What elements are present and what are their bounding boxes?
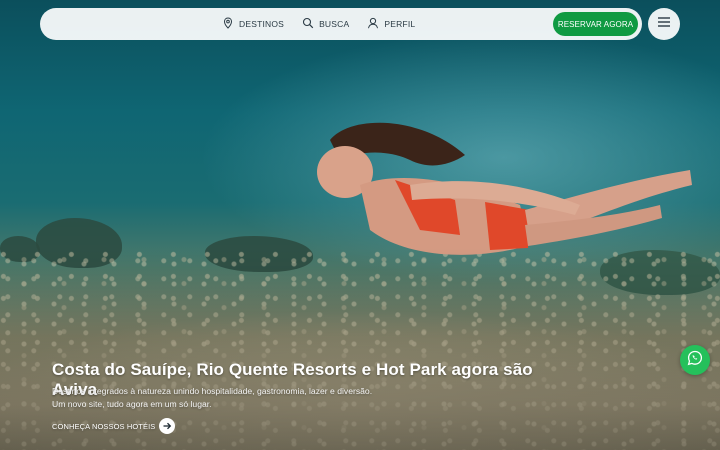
whatsapp-button[interactable]	[680, 345, 710, 375]
location-pin-icon	[222, 17, 234, 31]
nav-item-busca[interactable]: BUSCA	[302, 17, 349, 31]
hero-subtitle-line: Um novo site, tudo agora em um só lugar.	[52, 399, 212, 409]
nav-links: DESTINOS BUSCA PERFIL	[222, 8, 415, 40]
nav-item-perfil[interactable]: PERFIL	[367, 17, 415, 31]
see-hotels-label: CONHEÇA NOSSOS HOTÉIS	[52, 421, 156, 431]
nav-label: PERFIL	[384, 19, 416, 29]
user-icon	[367, 17, 379, 31]
top-navbar: DESTINOS BUSCA PERFIL RESERVAR AGORA	[40, 8, 642, 40]
nav-label: DESTINOS	[239, 19, 285, 29]
hamburger-menu-icon	[657, 15, 671, 33]
whatsapp-icon	[687, 350, 703, 371]
arrow-right-icon	[159, 418, 176, 434]
nav-label: BUSCA	[319, 19, 350, 29]
see-hotels-link[interactable]: CONHEÇA NOSSOS HOTÉIS	[52, 418, 176, 434]
menu-button[interactable]	[648, 8, 680, 40]
nav-item-destinos[interactable]: DESTINOS	[222, 17, 284, 31]
search-icon	[302, 17, 314, 31]
hero-subtitle: Destinos integrados à natureza unindo ho…	[52, 385, 372, 411]
hero-subtitle-line: Destinos integrados à natureza unindo ho…	[52, 386, 373, 396]
reserve-now-button[interactable]: RESERVAR AGORA	[553, 12, 638, 36]
